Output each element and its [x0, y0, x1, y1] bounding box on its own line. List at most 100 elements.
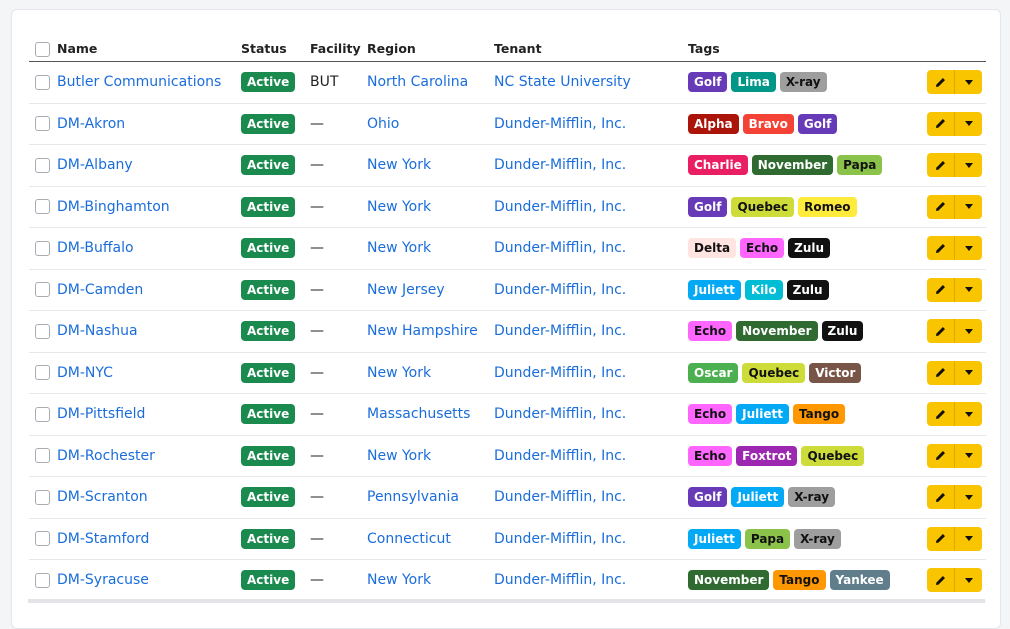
region-link[interactable]: New Jersey	[367, 282, 445, 298]
edit-button[interactable]	[927, 319, 954, 343]
tag-badge[interactable]: X-ray	[794, 528, 841, 549]
region-link[interactable]: New York	[367, 199, 431, 215]
region-link[interactable]: New Hampshire	[367, 323, 478, 339]
region-link[interactable]: New York	[367, 240, 431, 256]
tag-badge[interactable]: Golf	[688, 196, 728, 217]
tenant-link[interactable]: Dunder-Mifflin, Inc.	[494, 572, 626, 588]
tag-badge[interactable]: Golf	[797, 113, 838, 134]
tenant-link[interactable]: Dunder-Mifflin, Inc.	[494, 240, 626, 256]
tag-badge[interactable]: November	[736, 321, 818, 342]
site-name-link[interactable]: Butler Communications	[57, 74, 221, 90]
site-name-link[interactable]: DM-Albany	[57, 157, 133, 173]
tag-badge[interactable]: Delta	[688, 238, 737, 259]
tag-badge[interactable]: Zulu	[786, 279, 829, 300]
edit-button[interactable]	[927, 195, 954, 219]
row-select-checkbox[interactable]	[35, 240, 50, 256]
edit-button[interactable]	[927, 70, 954, 94]
region-link[interactable]: Massachusetts	[367, 406, 470, 422]
tag-badge[interactable]: Oscar	[688, 362, 739, 383]
site-name-link[interactable]: DM-Nashua	[57, 323, 138, 339]
actions-dropdown-button[interactable]	[954, 485, 982, 510]
row-select-checkbox[interactable]	[35, 448, 50, 464]
site-name-link[interactable]: DM-NYC	[57, 365, 113, 381]
site-name-link[interactable]: DM-Syracuse	[57, 572, 149, 588]
region-link[interactable]: New York	[367, 572, 431, 588]
region-link[interactable]: Connecticut	[367, 531, 451, 547]
tag-badge[interactable]: Juliett	[688, 279, 741, 300]
row-select-checkbox[interactable]	[35, 199, 50, 215]
tenant-link[interactable]: Dunder-Mifflin, Inc.	[494, 282, 626, 298]
column-header-status[interactable]: Status	[241, 36, 310, 62]
row-select-checkbox[interactable]	[35, 572, 50, 588]
edit-button[interactable]	[927, 361, 954, 385]
edit-button[interactable]	[927, 527, 954, 551]
region-link[interactable]: New York	[367, 448, 431, 464]
tag-badge[interactable]: Juliett	[736, 404, 789, 425]
select-all-checkbox[interactable]	[35, 41, 50, 57]
tag-badge[interactable]: X-ray	[788, 487, 836, 508]
tag-badge[interactable]: Charlie	[688, 155, 748, 176]
actions-dropdown-button[interactable]	[954, 360, 982, 385]
edit-button[interactable]	[927, 568, 954, 592]
actions-dropdown-button[interactable]	[954, 194, 982, 219]
tag-badge[interactable]: Tango	[792, 404, 846, 425]
tag-badge[interactable]: Echo	[688, 445, 733, 466]
tag-badge[interactable]: Echo	[740, 238, 785, 259]
site-name-link[interactable]: DM-Buffalo	[57, 240, 134, 256]
tenant-link[interactable]: Dunder-Mifflin, Inc.	[494, 365, 626, 381]
tenant-link[interactable]: Dunder-Mifflin, Inc.	[494, 157, 626, 173]
site-name-link[interactable]: DM-Pittsfield	[57, 406, 145, 422]
tag-badge[interactable]: Zulu	[788, 238, 831, 259]
row-select-checkbox[interactable]	[35, 323, 50, 339]
actions-dropdown-button[interactable]	[954, 568, 982, 593]
column-header-region[interactable]: Region	[367, 36, 494, 62]
row-select-checkbox[interactable]	[35, 531, 50, 547]
row-select-checkbox[interactable]	[35, 116, 50, 132]
edit-button[interactable]	[927, 236, 954, 260]
tenant-link[interactable]: Dunder-Mifflin, Inc.	[494, 531, 626, 547]
tenant-link[interactable]: NC State University	[494, 74, 631, 90]
actions-dropdown-button[interactable]	[954, 319, 982, 344]
row-select-checkbox[interactable]	[35, 406, 50, 422]
region-link[interactable]: New York	[367, 365, 431, 381]
tag-badge[interactable]: Quebec	[731, 196, 795, 217]
tag-badge[interactable]: Yankee	[829, 570, 890, 591]
tag-badge[interactable]: Echo	[688, 404, 733, 425]
actions-dropdown-button[interactable]	[954, 70, 982, 95]
region-link[interactable]: Pennsylvania	[367, 489, 459, 505]
actions-dropdown-button[interactable]	[954, 402, 982, 427]
tenant-link[interactable]: Dunder-Mifflin, Inc.	[494, 116, 626, 132]
tag-badge[interactable]: Juliett	[731, 487, 785, 508]
tag-badge[interactable]: Golf	[688, 487, 728, 508]
region-link[interactable]: Ohio	[367, 116, 399, 132]
tag-badge[interactable]: Kilo	[744, 279, 783, 300]
row-select-checkbox[interactable]	[35, 157, 50, 173]
tag-badge[interactable]: Victor	[809, 362, 862, 383]
actions-dropdown-button[interactable]	[954, 277, 982, 302]
tenant-link[interactable]: Dunder-Mifflin, Inc.	[494, 448, 626, 464]
site-name-link[interactable]: DM-Akron	[57, 116, 125, 132]
tag-badge[interactable]: Lima	[731, 72, 776, 93]
actions-dropdown-button[interactable]	[954, 443, 982, 468]
row-select-checkbox[interactable]	[35, 282, 50, 298]
tag-badge[interactable]: Romeo	[798, 196, 857, 217]
tenant-link[interactable]: Dunder-Mifflin, Inc.	[494, 489, 626, 505]
actions-dropdown-button[interactable]	[954, 526, 982, 551]
tenant-link[interactable]: Dunder-Mifflin, Inc.	[494, 323, 626, 339]
tag-badge[interactable]: Juliett	[688, 528, 741, 549]
site-name-link[interactable]: DM-Stamford	[57, 531, 149, 547]
tag-badge[interactable]: X-ray	[779, 72, 827, 93]
site-name-link[interactable]: DM-Scranton	[57, 489, 148, 505]
column-header-facility[interactable]: Facility	[310, 36, 367, 62]
tag-badge[interactable]: Echo	[688, 321, 733, 342]
tag-badge[interactable]: Papa	[837, 155, 883, 176]
site-name-link[interactable]: DM-Camden	[57, 282, 143, 298]
actions-dropdown-button[interactable]	[954, 111, 982, 136]
tag-badge[interactable]: Tango	[773, 570, 826, 591]
tag-badge[interactable]: Zulu	[821, 321, 864, 342]
horizontal-scrollbar[interactable]	[28, 599, 985, 603]
edit-button[interactable]	[927, 278, 954, 302]
region-link[interactable]: North Carolina	[367, 74, 468, 90]
tenant-link[interactable]: Dunder-Mifflin, Inc.	[494, 199, 626, 215]
tag-badge[interactable]: Alpha	[688, 113, 739, 134]
